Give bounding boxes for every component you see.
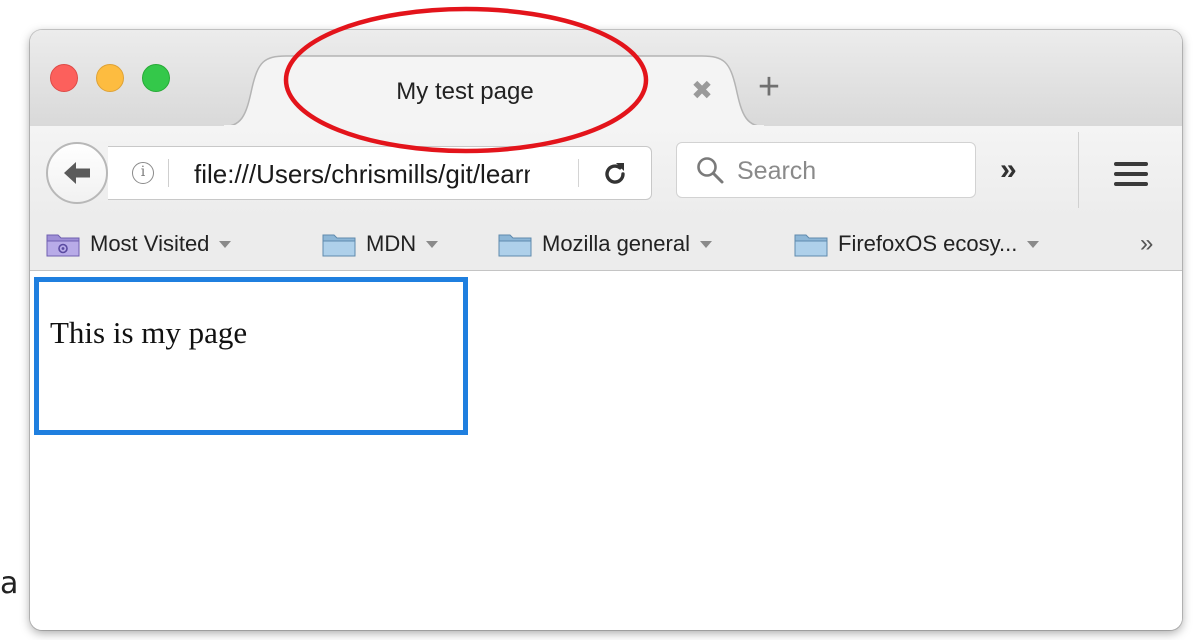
stray-text: a xyxy=(0,566,19,601)
bookmark-firefoxos-ecosystem[interactable]: FirefoxOS ecosy... xyxy=(794,228,1040,260)
bookmark-label: Most Visited xyxy=(90,231,210,256)
tab-strip: My test page ✖ + xyxy=(30,30,1182,127)
search-bar[interactable]: Search xyxy=(676,142,976,198)
folder-icon xyxy=(498,234,532,257)
chevron-down-icon xyxy=(1027,240,1040,248)
url-divider xyxy=(168,159,169,187)
window-close-button[interactable] xyxy=(50,64,78,92)
toolbar-overflow-button[interactable]: » xyxy=(1000,154,1017,186)
search-input[interactable]: Search xyxy=(737,157,816,186)
bookmark-most-visited[interactable]: Most Visited xyxy=(46,228,232,260)
bookmark-label: Mozilla general xyxy=(542,231,690,256)
chevron-down-icon xyxy=(426,240,439,248)
hamburger-menu-icon[interactable] xyxy=(1114,162,1148,186)
search-icon xyxy=(697,157,724,184)
smart-folder-icon xyxy=(46,234,80,257)
bookmark-mozilla-general[interactable]: Mozilla general xyxy=(498,228,712,260)
back-arrow-icon xyxy=(64,162,90,184)
focus-outline-box xyxy=(34,277,468,435)
new-tab-button[interactable]: + xyxy=(752,68,786,106)
chevron-down-icon xyxy=(219,240,232,248)
bookmarks-toolbar: Most Visited MDN Mozilla general Firefox… xyxy=(30,218,1182,271)
page-content: This is my page xyxy=(30,271,1182,630)
window-minimize-button[interactable] xyxy=(96,64,124,92)
reload-divider xyxy=(578,159,579,187)
menu-divider xyxy=(1078,132,1079,208)
bookmark-label: MDN xyxy=(366,231,417,256)
reload-icon xyxy=(605,163,625,184)
bookmark-label: FirefoxOS ecosy... xyxy=(838,231,1018,256)
chevron-down-icon xyxy=(699,240,712,248)
tab-title: My test page xyxy=(396,78,534,105)
back-button[interactable] xyxy=(46,142,108,204)
tab-close-icon[interactable]: ✖ xyxy=(688,76,716,104)
folder-icon xyxy=(794,234,828,257)
browser-window: My test page ✖ + i file:///Users/chrismi… xyxy=(30,30,1182,630)
site-info-icon[interactable]: i xyxy=(132,162,154,184)
bookmark-mdn[interactable]: MDN xyxy=(322,228,439,260)
bookmarks-overflow-button[interactable]: » xyxy=(1140,230,1153,258)
window-maximize-button[interactable] xyxy=(142,64,170,92)
navigation-toolbar: i file:///Users/chrismills/git/learning-… xyxy=(30,126,1182,218)
tab-my-test-page[interactable]: My test page ✖ xyxy=(220,54,768,127)
reload-button[interactable] xyxy=(598,157,632,191)
page-body-text: This is my page xyxy=(50,315,248,350)
url-bar[interactable]: i file:///Users/chrismills/git/learning-… xyxy=(108,146,652,200)
folder-icon xyxy=(322,234,356,257)
url-input[interactable]: file:///Users/chrismills/git/learning-ar… xyxy=(194,159,530,189)
